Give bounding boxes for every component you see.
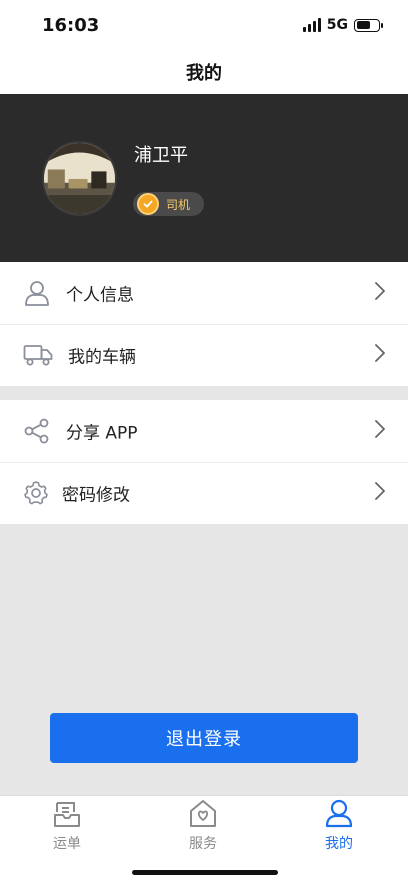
tab-mine[interactable]: 我的 — [299, 798, 379, 853]
user-name: 浦卫平 — [134, 145, 188, 166]
chevron-right-icon — [374, 481, 386, 505]
chevron-right-icon — [374, 343, 386, 367]
status-time: 16:03 — [42, 15, 100, 36]
menu-item-my-vehicle[interactable]: 我的车辆 — [0, 324, 408, 386]
menu-group-settings: 分享 APP 密码修改 — [0, 400, 408, 524]
menu-label-my-vehicle: 我的车辆 — [68, 347, 136, 368]
avatar-photo — [44, 143, 115, 214]
role-badge: 司机 — [133, 192, 205, 216]
tab-label-service: 服务 — [189, 836, 217, 852]
battery-icon — [354, 18, 383, 32]
tab-label-waybill: 运单 — [53, 836, 81, 852]
truck-icon — [23, 343, 53, 367]
home-indicator — [132, 870, 278, 875]
chevron-right-icon — [374, 419, 386, 443]
tab-service[interactable]: 服务 — [163, 798, 243, 853]
menu-group-account: 个人信息 我的车辆 — [0, 262, 408, 386]
nav-bar: 我的 — [0, 50, 408, 94]
avatar[interactable] — [42, 141, 117, 216]
chevron-right-icon — [374, 281, 386, 305]
share-icon — [23, 417, 51, 445]
verified-check-icon — [137, 193, 159, 215]
tab-waybill[interactable]: 运单 — [27, 798, 107, 853]
profile-icon — [324, 798, 354, 832]
page-title: 我的 — [186, 63, 222, 84]
menu-item-share-app[interactable]: 分享 APP — [0, 400, 408, 462]
gear-icon — [23, 480, 49, 506]
menu-label-share-app: 分享 APP — [66, 423, 138, 444]
status-indicators: 5G — [302, 17, 383, 33]
network-type: 5G — [326, 17, 348, 33]
person-icon — [23, 279, 51, 307]
menu-item-change-password[interactable]: 密码修改 — [0, 462, 408, 524]
service-home-icon — [188, 798, 218, 832]
role-label: 司机 — [166, 197, 191, 212]
signal-icon — [302, 18, 321, 32]
logout-button[interactable]: 退出登录 — [50, 713, 358, 763]
profile-header: 浦卫平 司机 — [0, 94, 408, 262]
menu-item-personal-info[interactable]: 个人信息 — [0, 262, 408, 324]
status-bar: 16:03 5G — [0, 0, 408, 50]
tab-label-mine: 我的 — [325, 836, 353, 852]
menu-label-change-password: 密码修改 — [62, 485, 130, 506]
menu-label-personal-info: 个人信息 — [66, 285, 134, 306]
waybill-icon — [52, 798, 82, 832]
